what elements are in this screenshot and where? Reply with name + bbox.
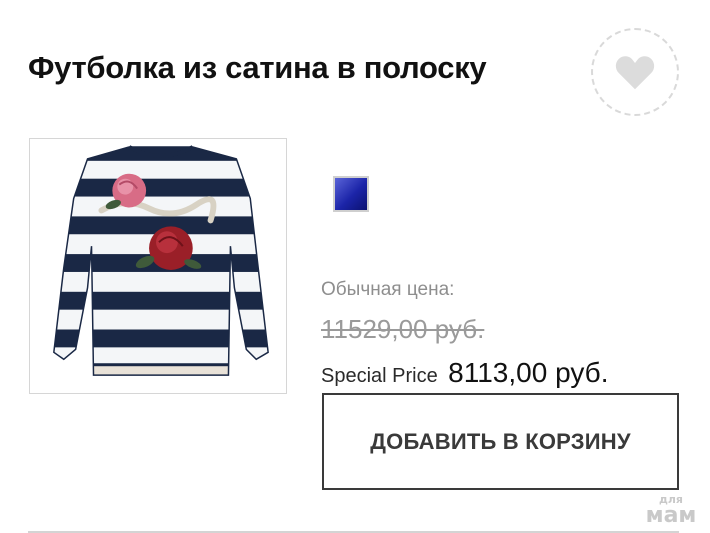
color-swatch-blue[interactable] [333, 176, 369, 212]
special-price-value: 8113,00 руб. [448, 357, 609, 388]
product-title: Футболка из сатина в полоску [28, 50, 487, 85]
special-price: Special Price 8113,00 руб. [321, 357, 608, 389]
heart-icon [615, 56, 655, 90]
regular-price-label: Обычная цена: [321, 279, 455, 300]
product-image[interactable] [29, 138, 287, 394]
watermark-logo: для мам [640, 494, 702, 527]
regular-price-value: 11529,00 руб. [321, 314, 485, 344]
watermark-line-2: мам [645, 503, 697, 528]
special-price-label: Special Price [321, 365, 438, 387]
striped-shirt-illustration [53, 145, 269, 376]
wishlist-button[interactable] [591, 28, 679, 116]
add-to-cart-button[interactable]: ДОБАВИТЬ В КОРЗИНУ [322, 393, 679, 490]
